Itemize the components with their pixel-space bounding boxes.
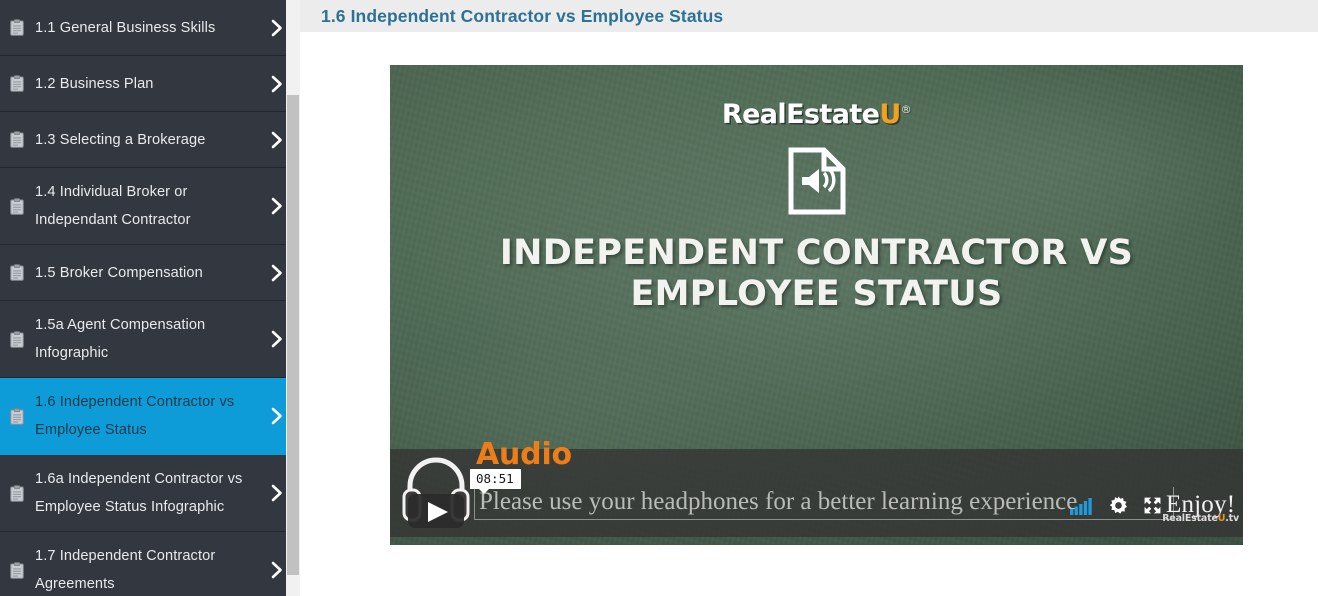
clipboard-icon — [2, 561, 32, 579]
fullscreen-icon[interactable] — [1143, 496, 1162, 515]
clipboard-icon — [2, 407, 32, 425]
gear-icon[interactable] — [1109, 496, 1128, 515]
enjoy-watermark: Enjoy! RealEstateU.tv — [1162, 492, 1239, 524]
clipboard-icon — [2, 131, 32, 148]
content-area: RealEstateU® INDEPENDENT CONTRACTOR VS E… — [300, 32, 1318, 596]
clipboard-icon — [2, 330, 32, 348]
course-player-page: 1.1 General Business Skills 1.2 Business … — [0, 0, 1318, 596]
chevron-right-icon[interactable] — [268, 197, 286, 215]
chevron-right-icon[interactable] — [268, 131, 286, 149]
chevron-right-icon[interactable] — [268, 330, 286, 348]
page-title: 1.6 Independent Contractor vs Employee S… — [321, 5, 724, 26]
brand-name-accent: U — [879, 99, 901, 130]
watermark-domain: RealEstateU.tv — [1162, 512, 1239, 524]
sidebar-item-4[interactable]: 1.4 Individual Broker or Independant Con… — [0, 168, 300, 245]
video-player[interactable]: RealEstateU® INDEPENDENT CONTRACTOR VS E… — [390, 65, 1243, 545]
headphones-icon — [400, 450, 472, 530]
clipboard-icon — [2, 484, 32, 502]
clipboard-icon — [2, 264, 32, 281]
audio-label: Audio — [476, 437, 572, 472]
player-controls — [1070, 496, 1162, 515]
chevron-right-icon[interactable] — [268, 484, 286, 502]
player-control-bar: Please use your headphones for a better … — [390, 437, 1243, 537]
sidebar-item-5[interactable]: 1.5 Broker Compensation — [0, 245, 300, 301]
clipboard-icon — [2, 75, 32, 92]
registered-trademark-icon: ® — [900, 103, 912, 116]
sidebar-item-list: 1.1 General Business Skills 1.2 Business … — [0, 0, 300, 596]
sidebar-item-label: 1.5 Broker Compensation — [35, 264, 203, 281]
sidebar-item-1[interactable]: 1.1 General Business Skills — [0, 0, 300, 56]
main-content: 1.6 Independent Contractor vs Employee S… — [300, 0, 1318, 596]
sidebar-item-7[interactable]: 1.6 Independent Contractor vs Employee S… — [0, 378, 300, 455]
caption-text: Please use your headphones for a better … — [474, 487, 1174, 520]
video-title: INDEPENDENT CONTRACTOR VS EMPLOYEE STATU… — [499, 233, 1134, 314]
page-header: 1.6 Independent Contractor vs Employee S… — [300, 0, 1318, 32]
watermark-domain-pre: RealEstate — [1162, 512, 1218, 524]
chevron-right-icon[interactable] — [268, 75, 286, 93]
sidebar-item-label: 1.4 Individual Broker or Independant Con… — [35, 184, 191, 228]
clipboard-icon — [2, 19, 32, 36]
chevron-right-icon[interactable] — [268, 264, 286, 282]
watermark-domain-post: .tv — [1225, 512, 1239, 524]
course-sidebar: 1.1 General Business Skills 1.2 Business … — [0, 0, 300, 596]
sidebar-item-label: 1.6 Independent Contractor vs Employee S… — [35, 394, 235, 438]
sidebar-item-3[interactable]: 1.3 Selecting a Brokerage — [0, 112, 300, 168]
sidebar-item-2[interactable]: 1.2 Business Plan — [0, 56, 300, 112]
sidebar-item-label: 1.3 Selecting a Brokerage — [35, 131, 206, 148]
sidebar-item-8[interactable]: 1.6a Independent Contractor vs Employee … — [0, 455, 300, 532]
chevron-right-icon[interactable] — [268, 19, 286, 37]
chevron-right-icon[interactable] — [268, 561, 286, 579]
sidebar-scrollbar[interactable] — [286, 0, 300, 596]
chevron-right-icon[interactable] — [268, 407, 286, 425]
sidebar-item-9[interactable]: 1.7 Independent Contractor Agreements — [0, 532, 300, 596]
brand-name-main: RealEstate — [721, 99, 880, 130]
sidebar-item-6[interactable]: 1.5a Agent Compensation Infographic — [0, 301, 300, 378]
realestateu-logo: RealEstateU® — [390, 99, 1243, 130]
time-tooltip: 08:51 — [470, 469, 521, 494]
volume-bars-icon[interactable] — [1070, 497, 1094, 515]
sidebar-item-label: 1.6a Independent Contractor vs Employee … — [35, 471, 243, 515]
sidebar-scrollbar-thumb[interactable] — [287, 95, 299, 575]
sidebar-item-label: 1.7 Independent Contractor Agreements — [35, 548, 216, 592]
audio-document-icon — [390, 147, 1243, 215]
clipboard-icon — [2, 197, 32, 215]
sidebar-item-label: 1.5a Agent Compensation Infographic — [35, 317, 206, 361]
sidebar-item-label: 1.1 General Business Skills — [35, 19, 216, 36]
sidebar-item-label: 1.2 Business Plan — [35, 75, 154, 92]
